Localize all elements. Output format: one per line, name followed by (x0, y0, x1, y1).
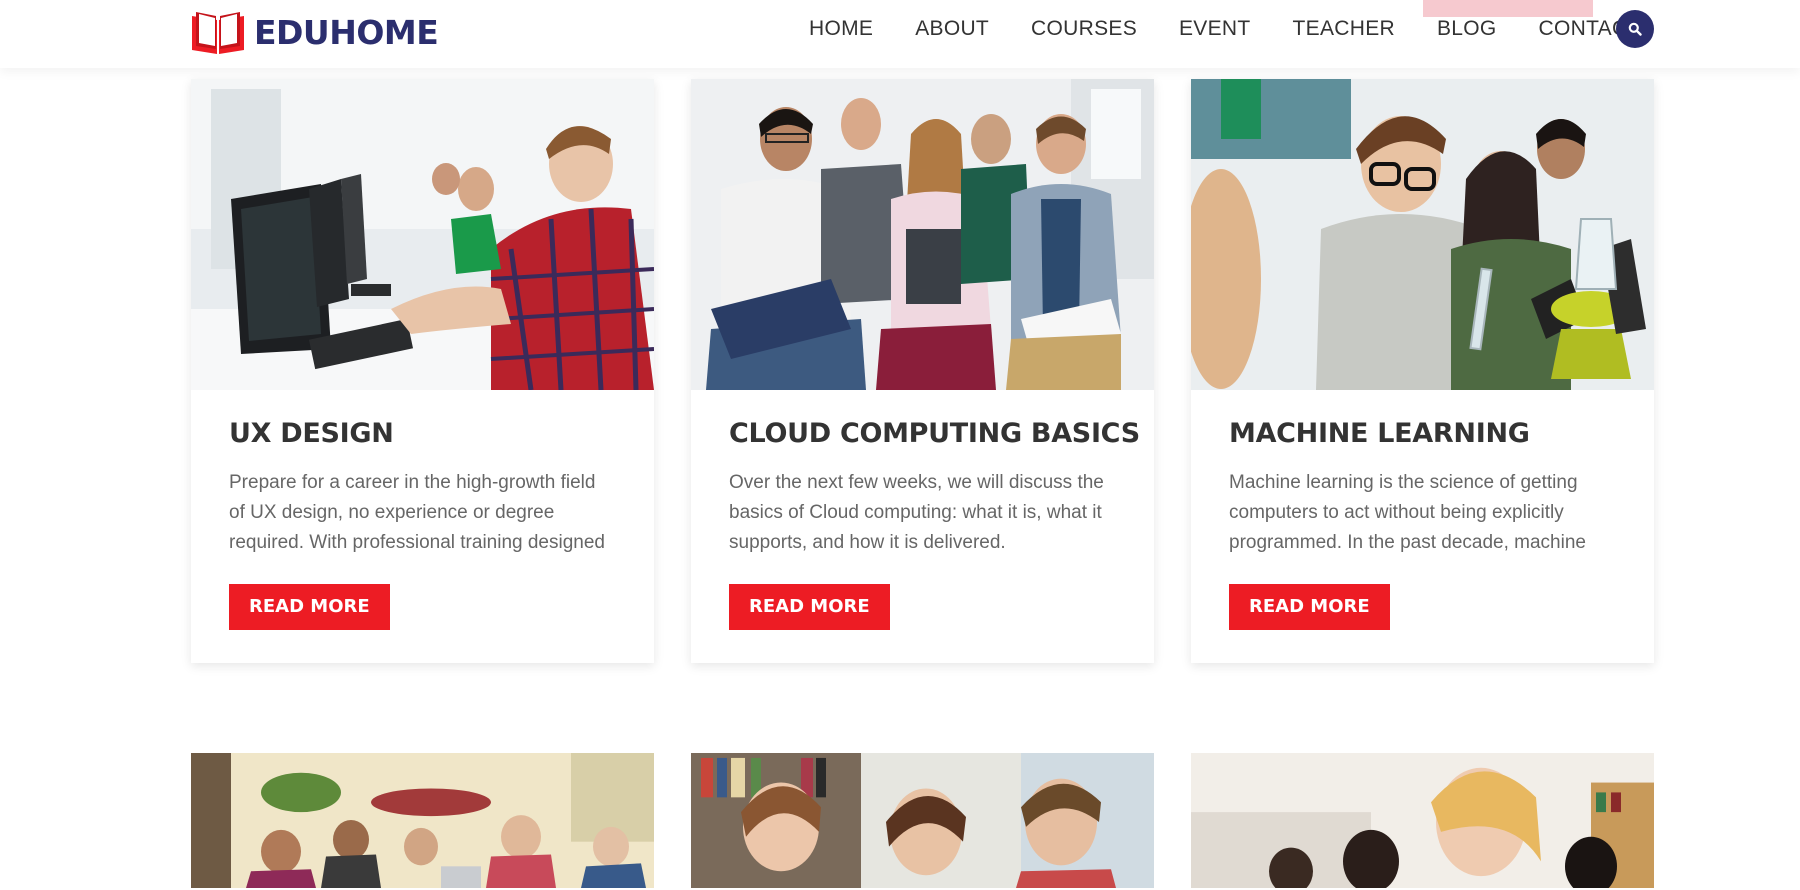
main-nav: HOME ABOUT COURSES EVENT TEACHER BLOG CO… (809, 0, 1641, 58)
search-icon (1628, 22, 1642, 36)
nav-home[interactable]: HOME (809, 17, 873, 41)
course-card-body: MACHINE LEARNING Machine learning is the… (1191, 390, 1654, 663)
course-description: Over the next few weeks, we will discuss… (729, 472, 1104, 553)
book-logo-icon (192, 12, 244, 54)
course-image-cloud-computing[interactable] (691, 79, 1154, 390)
nav-blog[interactable]: BLOG (1437, 17, 1497, 41)
course-description: Machine learning is the science of getti… (1229, 472, 1586, 553)
course-card-ux-design: UX DESIGN Prepare for a career in the hi… (191, 79, 654, 663)
nav-courses[interactable]: COURSES (1031, 17, 1137, 41)
site-logo[interactable]: EDUHOME (190, 10, 439, 54)
course-description: Prepare for a career in the high-growth … (229, 472, 605, 553)
search-button[interactable] (1616, 10, 1654, 48)
course-card-body: UX DESIGN Prepare for a career in the hi… (191, 390, 654, 663)
course-title[interactable]: MACHINE LEARNING (1229, 418, 1616, 450)
nav-event[interactable]: EVENT (1179, 17, 1251, 41)
course-title[interactable]: UX DESIGN (229, 418, 616, 450)
course-image-ux-design[interactable] (191, 79, 654, 390)
course-card-body: CLOUD COMPUTING BASICS Over the next few… (691, 390, 1154, 663)
logo-text: EDUHOME (254, 12, 439, 52)
course-card-cloud-computing: CLOUD COMPUTING BASICS Over the next few… (691, 79, 1154, 663)
site-header: EDUHOME HOME ABOUT COURSES EVENT TEACHER… (0, 0, 1800, 68)
course-card-machine-learning: MACHINE LEARNING Machine learning is the… (1191, 79, 1654, 663)
nav-teacher[interactable]: TEACHER (1293, 17, 1395, 41)
course-title[interactable]: CLOUD COMPUTING BASICS (729, 418, 1140, 450)
read-more-button[interactable]: READ MORE (1229, 584, 1390, 630)
course-image-row2-1[interactable] (191, 753, 654, 888)
read-more-button[interactable]: READ MORE (229, 584, 390, 630)
read-more-button[interactable]: READ MORE (729, 584, 890, 630)
course-image-row2-2[interactable] (691, 753, 1154, 888)
nav-about[interactable]: ABOUT (915, 17, 989, 41)
course-image-machine-learning[interactable] (1191, 79, 1654, 390)
course-image-row2-3[interactable] (1191, 753, 1654, 888)
